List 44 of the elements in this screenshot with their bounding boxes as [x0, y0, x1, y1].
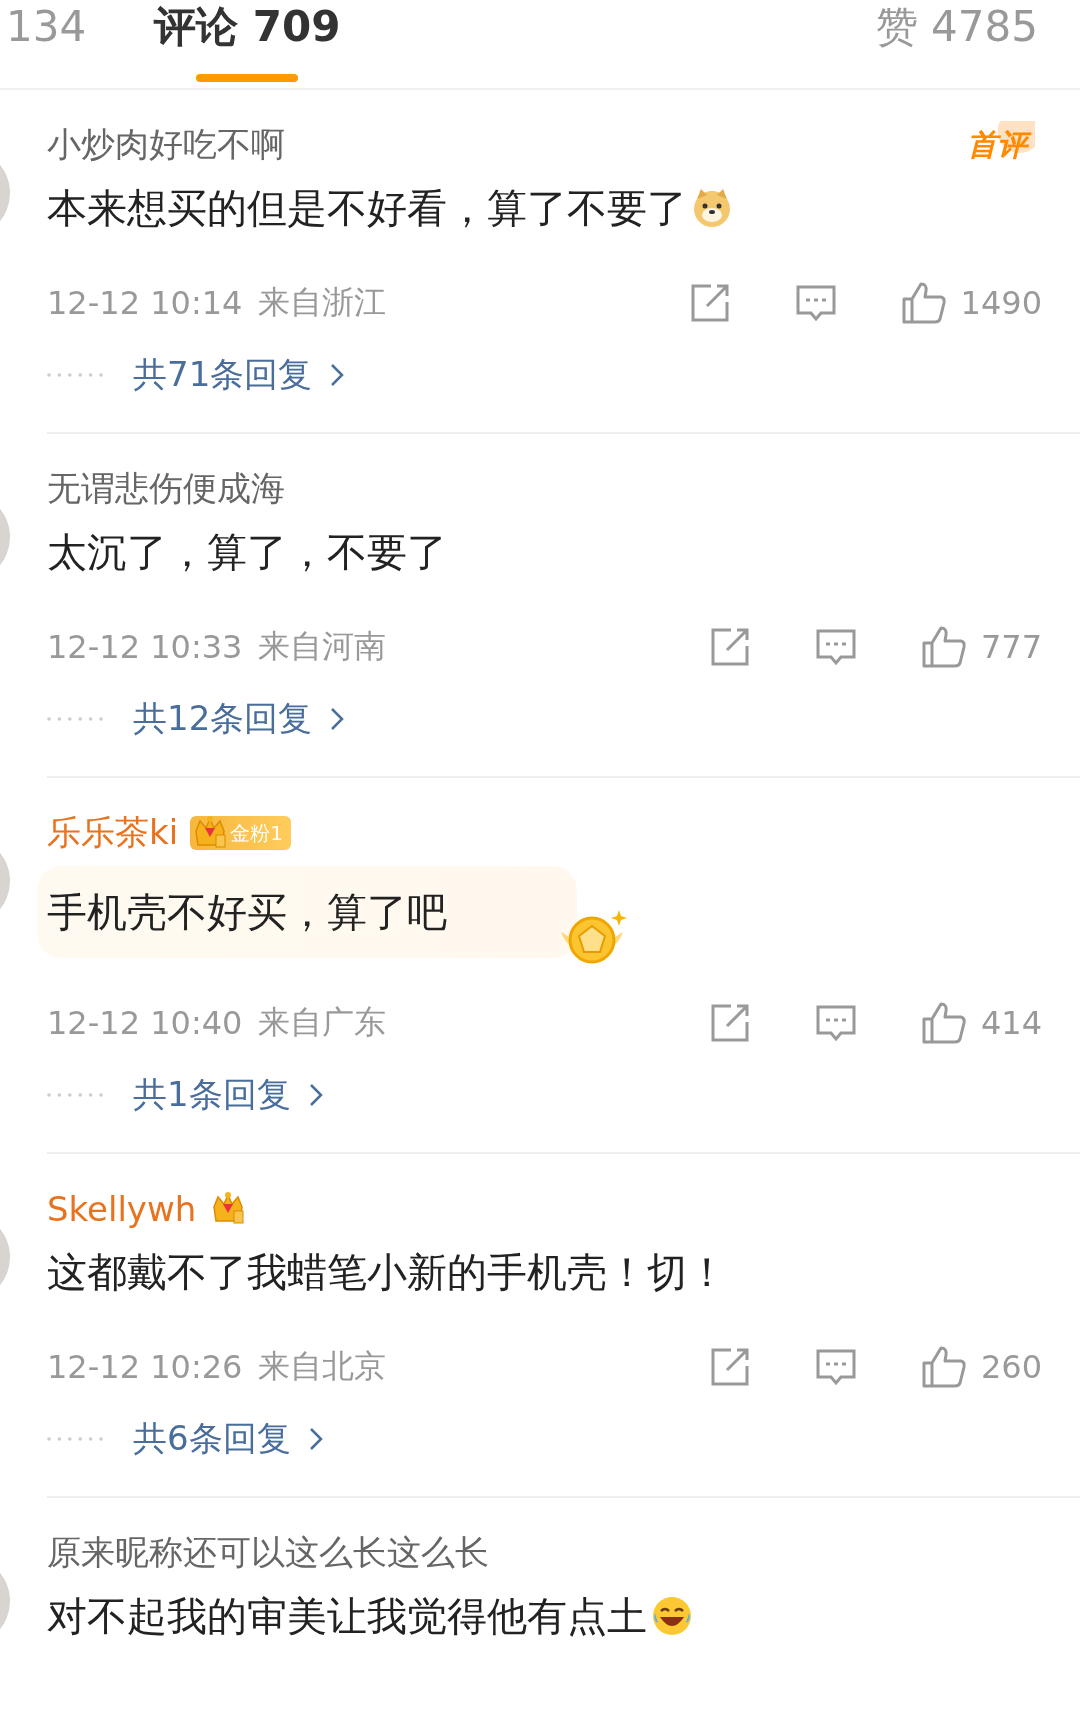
tab[interactable]: 评论 709: [154, 0, 341, 88]
comment-time: 12-12 10:26: [47, 1348, 243, 1386]
user-name[interactable]: 乐乐茶ki: [47, 810, 179, 856]
chevron-right-icon[interactable]: [308, 1427, 323, 1451]
like-count: 1490: [960, 284, 1042, 322]
comment-location: 来自浙江: [258, 282, 387, 323]
like-count: 260: [980, 1348, 1042, 1386]
chevron-right-icon[interactable]: [330, 707, 345, 731]
comment-text: 对不起我的审美让我觉得他有点土: [47, 1592, 647, 1641]
comment-text: 手机壳不好买，算了吧: [47, 888, 447, 937]
like-icon[interactable]: [920, 625, 967, 669]
user-name[interactable]: 小炒肉好吃不啊: [47, 122, 285, 168]
tab[interactable]: 134: [6, 0, 87, 88]
view-replies-link[interactable]: 共6条回复: [133, 1416, 291, 1462]
comment-location: 来自河南: [258, 626, 387, 667]
dots-icon: [47, 373, 103, 377]
comment-time: 12-12 10:40: [47, 1004, 243, 1042]
user-name[interactable]: Skellywh: [47, 1189, 197, 1229]
dots-icon: [47, 717, 103, 721]
like-count: 777: [980, 628, 1042, 666]
dots-icon: [47, 1093, 103, 1097]
comment-text: 这都戴不了我蜡笔小新的手机壳！切！: [47, 1248, 727, 1297]
view-replies-link[interactable]: 共12条回复: [133, 696, 313, 742]
dog-emoji-icon: [691, 187, 733, 229]
comment-time: 12-12 10:14: [47, 284, 243, 322]
view-replies-link[interactable]: 共1条回复: [133, 1072, 291, 1118]
laughing-emoji-icon: [651, 1595, 693, 1637]
user-name[interactable]: 无谓悲伤便成海: [47, 466, 285, 512]
view-replies-link[interactable]: 共71条回复: [133, 352, 313, 398]
comment-location: 来自广东: [258, 1002, 387, 1043]
like-icon[interactable]: [920, 1345, 967, 1389]
chevron-right-icon[interactable]: [308, 1083, 323, 1107]
comment-time: 12-12 10:33: [47, 628, 243, 666]
badge-label: 金粉1: [230, 819, 283, 847]
likes-tab[interactable]: 赞 4785: [875, 0, 1038, 54]
chevron-right-icon[interactable]: [330, 363, 345, 387]
comment-text: 本来想买的但是不好看，算了不要了: [47, 184, 687, 233]
like-count: 414: [980, 1004, 1042, 1042]
like-icon[interactable]: [920, 1001, 967, 1045]
dots-icon: [47, 1437, 103, 1441]
comment-text: 太沉了，算了，不要了: [47, 528, 447, 577]
like-icon[interactable]: [900, 281, 947, 325]
user-name[interactable]: 原来昵称还可以这么长这么长: [47, 1530, 489, 1576]
comment-location: 来自北京: [258, 1346, 387, 1387]
